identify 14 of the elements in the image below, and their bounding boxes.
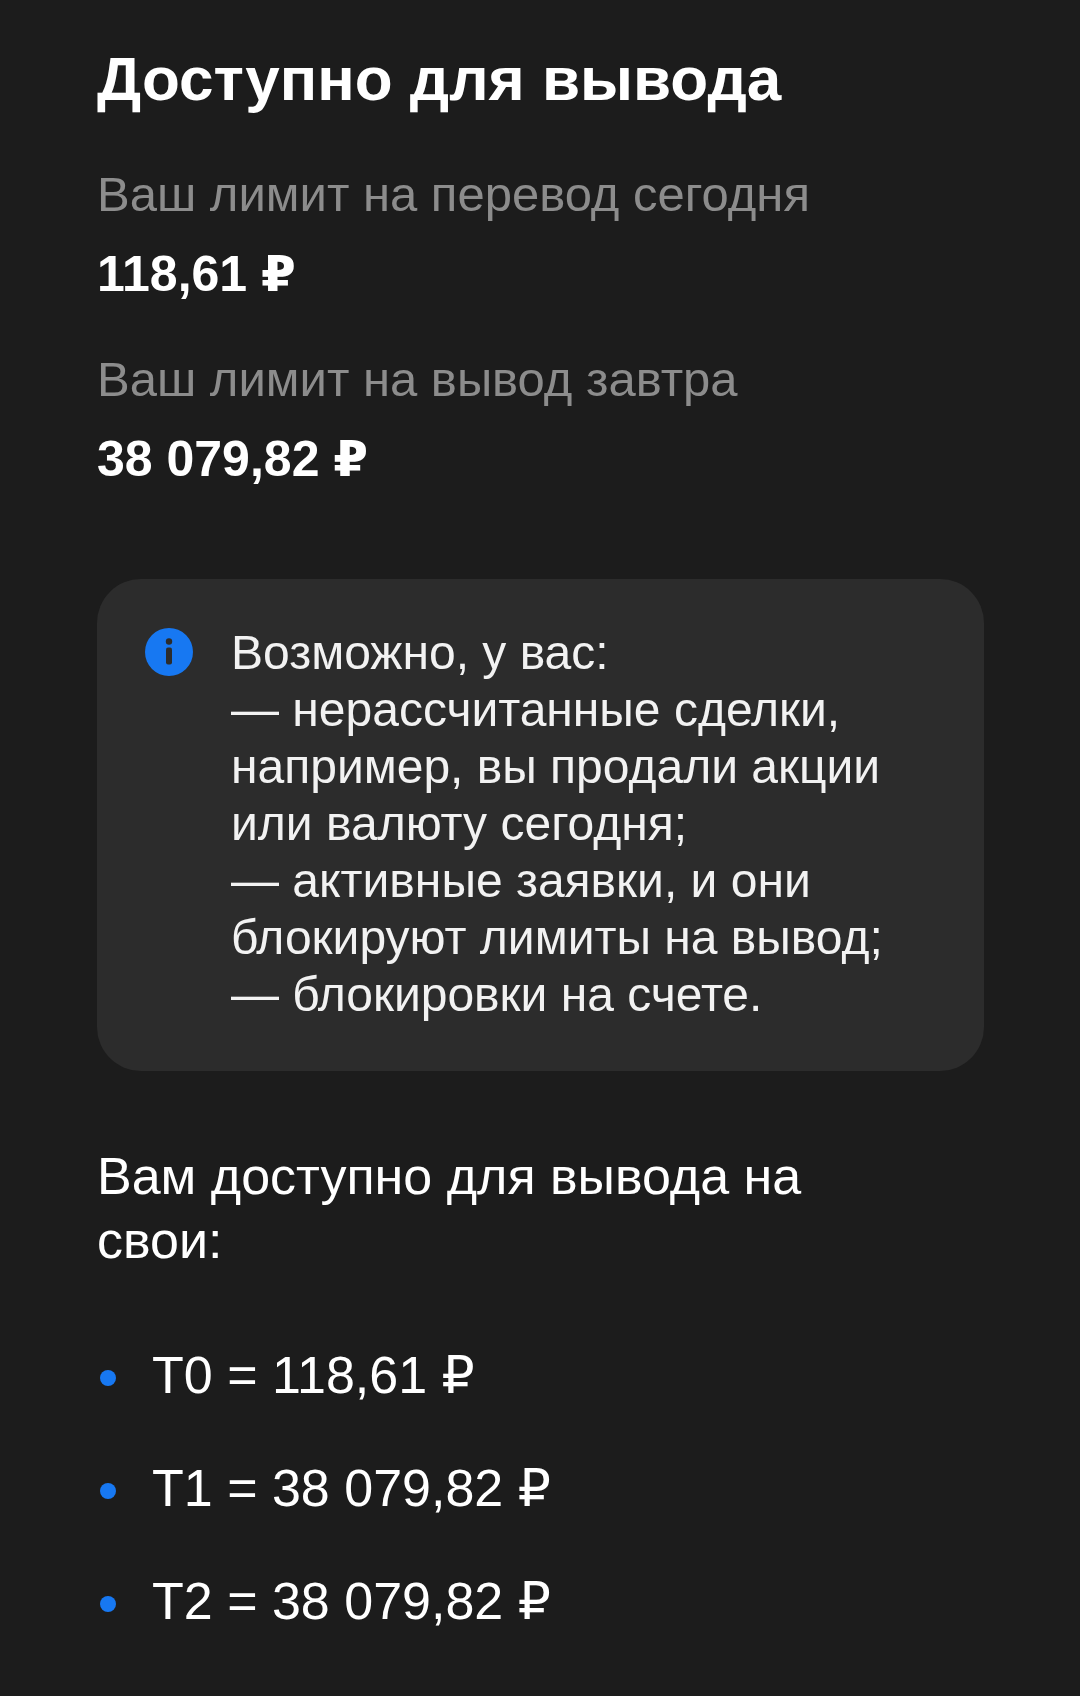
notice-text: Возможно, у вас: — нерассчитанные сделки, например, вы продали акции или валюту сегодня; — активные заявки, и они блокируют лимиты на вывод; — блокировки на счете. [231, 625, 884, 1023]
balance-item: T2 = 38 079,82 ₽ [152, 1571, 551, 1632]
bullet-icon [100, 1483, 116, 1499]
limit-value: 38 079,82 ₽ [97, 430, 369, 489]
bullet-icon [100, 1370, 116, 1386]
balance-item: T1 = 38 079,82 ₽ [152, 1458, 551, 1519]
limit-label: Ваш лимит на перевод сегодня [97, 166, 810, 223]
balance-item: T0 = 118,61 ₽ [152, 1345, 475, 1406]
limit-label: Ваш лимит на вывод завтра [97, 351, 738, 408]
bullet-icon [100, 1596, 116, 1612]
limit-value: 118,61 ₽ [97, 245, 296, 304]
section-heading: Вам доступно для вывода на свои: [97, 1146, 803, 1271]
page-title: Доступно для вывода [97, 43, 782, 115]
info-icon [145, 628, 193, 676]
